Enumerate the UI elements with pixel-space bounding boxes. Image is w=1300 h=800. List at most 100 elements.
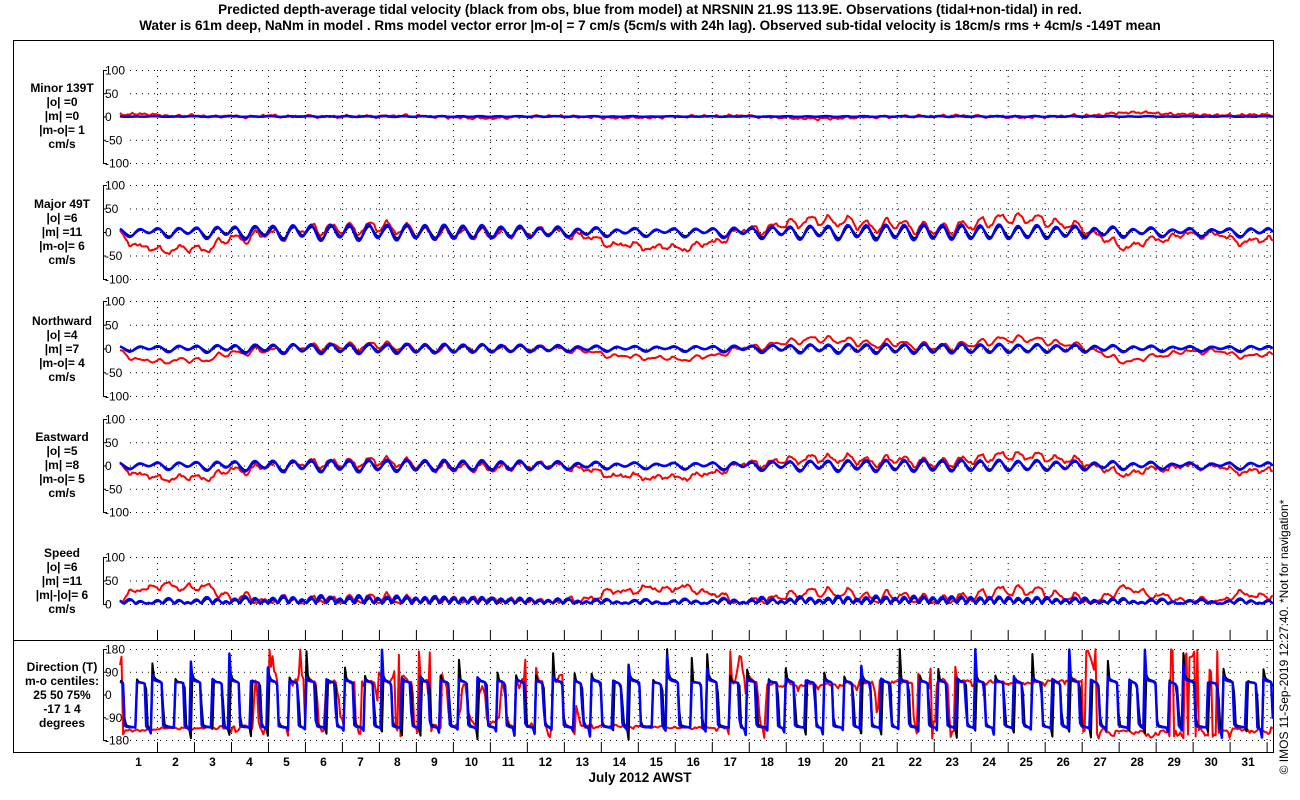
panel-label-line: -17 1 4 bbox=[43, 702, 81, 716]
panel-direction: Direction (T)m-o centiles:25 50 75%-17 1… bbox=[25, 643, 1275, 748]
y-tick-label: 90 bbox=[105, 665, 119, 679]
y-tick-label: -50 bbox=[105, 249, 123, 263]
x-tick-label: 5 bbox=[283, 755, 290, 769]
x-tick-label: 24 bbox=[983, 755, 997, 769]
x-tick-label: 21 bbox=[872, 755, 886, 769]
panel-label-line: |m| =7 bbox=[45, 342, 80, 356]
x-tick-label: 6 bbox=[320, 755, 327, 769]
panel-label-line: m-o centiles: bbox=[25, 674, 99, 688]
panel-east: Eastward|o| =5|m| =8|m-o|= 5cm/s 100 50 0 -5… bbox=[35, 413, 1274, 520]
x-tick-label: 16 bbox=[687, 755, 701, 769]
panel-label-line: Northward bbox=[32, 314, 92, 328]
x-tick-label: 15 bbox=[650, 755, 664, 769]
x-tick-label: 3 bbox=[209, 755, 216, 769]
panel-label-line: |o| =4 bbox=[46, 328, 77, 342]
y-tick-label: -50 bbox=[105, 482, 123, 496]
panel-north: Northward|o| =4|m| =7|m-o|= 4cm/s 100 50 0 -… bbox=[32, 295, 1274, 404]
x-tick-label: 12 bbox=[539, 755, 553, 769]
panel-label-line: |m| =0 bbox=[45, 109, 80, 123]
x-tick-label: 23 bbox=[946, 755, 960, 769]
panel-label-line: |m|-|o|= 6 bbox=[36, 588, 89, 602]
y-tick-label: 50 bbox=[105, 436, 119, 450]
x-tick-label: 29 bbox=[1167, 755, 1181, 769]
x-tick-label: 18 bbox=[761, 755, 775, 769]
y-tick-label: 50 bbox=[105, 202, 119, 216]
y-tick-label: 100 bbox=[105, 413, 125, 427]
panel-minor: Minor 139T|o| =0|m| =0|m-o|= 1cm/s 100 50 0… bbox=[30, 64, 1274, 171]
y-tick-label: -90 bbox=[105, 711, 123, 725]
y-tick-label: -100 bbox=[105, 506, 129, 520]
panel-label-line: |o| =6 bbox=[46, 211, 77, 225]
model-tide-series-direction bbox=[119, 648, 1275, 740]
panel-label-line: cm/s bbox=[48, 602, 76, 616]
panel-label-line: |o| =0 bbox=[46, 95, 77, 109]
y-tick-label: 100 bbox=[105, 64, 125, 78]
panel-label-line: |m| =8 bbox=[45, 458, 80, 472]
chart-title-line-2: Water is 61m deep, NaNm in model . Rms m… bbox=[139, 18, 1160, 33]
y-tick-label: -50 bbox=[105, 133, 123, 147]
x-tick-label: 19 bbox=[798, 755, 812, 769]
tidal-velocity-chart: Predicted depth-average tidal velocity (… bbox=[13, 2, 1291, 785]
panel-label-line: |m-o|= 1 bbox=[39, 123, 85, 137]
panel-label-line: |o| =5 bbox=[46, 444, 77, 458]
panel-label-line: Major 49T bbox=[34, 197, 91, 211]
x-tick-label: 14 bbox=[613, 755, 627, 769]
panel-label-line: Eastward bbox=[35, 430, 88, 444]
x-tick-label: 28 bbox=[1130, 755, 1144, 769]
panel-label-line: Direction (T) bbox=[27, 660, 98, 674]
y-tick-label: -100 bbox=[105, 157, 129, 171]
y-tick-label: 100 bbox=[105, 179, 125, 193]
plot-layers: 1 2 3 4 5 6 7 8 9 10 11 12 13 14 15 16 17 18 19 20 21 22 23 24 2… bbox=[25, 64, 1275, 769]
x-tick-label: 11 bbox=[502, 755, 515, 769]
panel-label-line: |o| =6 bbox=[46, 560, 77, 574]
y-tick-label: 0 bbox=[105, 226, 112, 240]
y-tick-label: 50 bbox=[105, 318, 119, 332]
x-tick-label: 31 bbox=[1241, 755, 1255, 769]
panel-label-line: |m-o|= 6 bbox=[39, 239, 85, 253]
x-tick-label: 8 bbox=[394, 755, 401, 769]
y-tick-label: -100 bbox=[105, 390, 129, 404]
chart-title-line-1: Predicted depth-average tidal velocity (… bbox=[218, 2, 1082, 17]
y-tick-label: -50 bbox=[105, 366, 123, 380]
x-tick-label: 20 bbox=[835, 755, 849, 769]
panel-label-line: |m| =11 bbox=[42, 574, 83, 588]
x-axis-label: July 2012 AWST bbox=[588, 770, 692, 785]
y-tick-label: 0 bbox=[105, 688, 112, 702]
y-tick-label: 50 bbox=[105, 87, 119, 101]
panel-label-line: degrees bbox=[39, 716, 85, 730]
x-tick-label: 26 bbox=[1056, 755, 1070, 769]
x-tick-label: 2 bbox=[172, 755, 179, 769]
panel-label-line: |m| =11 bbox=[42, 225, 83, 239]
x-tick-label: 9 bbox=[431, 755, 438, 769]
y-tick-label: 0 bbox=[105, 598, 112, 612]
panel-label-line: Minor 139T bbox=[30, 81, 94, 95]
x-tick-label: 1 bbox=[135, 755, 142, 769]
y-tick-label: 0 bbox=[105, 110, 112, 124]
panel-label-line: |m-o|= 4 bbox=[39, 356, 85, 370]
x-tick-label: 7 bbox=[357, 755, 364, 769]
footer-copyright: © IMOS 11-Sep-2019 12:27:40. *Not for na… bbox=[1277, 499, 1291, 774]
x-tick-label: 10 bbox=[465, 755, 479, 769]
x-tick-label: 13 bbox=[576, 755, 590, 769]
panel-label-line: cm/s bbox=[48, 137, 76, 151]
y-tick-label: 0 bbox=[105, 342, 112, 356]
y-tick-label: 50 bbox=[105, 574, 119, 588]
panel-label-line: 25 50 75% bbox=[33, 688, 91, 702]
panel-label-line: Speed bbox=[44, 546, 80, 560]
y-tick-label: 100 bbox=[105, 295, 125, 309]
panel-speed: Speed|o| =6|m| =11|m|-|o|= 6cm/s 100 50 0 bbox=[36, 546, 1274, 616]
panel-major: Major 49T|o| =6|m| =11|m-o|= 6cm/s 100 50 0… bbox=[34, 179, 1274, 287]
x-tick-label: 25 bbox=[1020, 755, 1034, 769]
panel-label-line: cm/s bbox=[48, 486, 76, 500]
y-tick-label: 180 bbox=[105, 643, 125, 657]
x-tick-label: 4 bbox=[246, 755, 253, 769]
x-tick-label: 27 bbox=[1093, 755, 1107, 769]
x-tick-label: 22 bbox=[909, 755, 923, 769]
panel-label-line: |m-o|= 5 bbox=[39, 472, 85, 486]
y-tick-label: -180 bbox=[105, 734, 129, 748]
y-tick-label: 0 bbox=[105, 459, 112, 473]
x-tick-label: 17 bbox=[724, 755, 738, 769]
y-tick-label: -100 bbox=[105, 273, 129, 287]
panel-label-line: cm/s bbox=[48, 253, 76, 267]
model-tide-series-minor bbox=[119, 114, 1273, 119]
